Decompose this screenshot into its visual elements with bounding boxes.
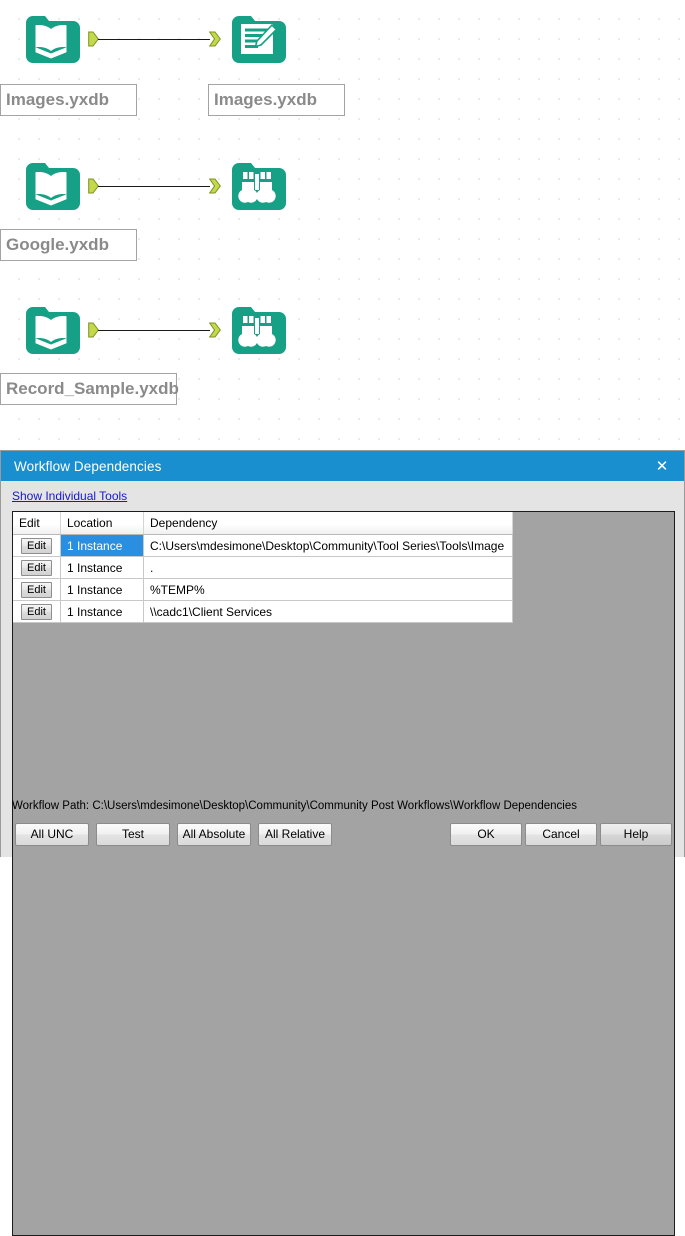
column-header-edit[interactable]: Edit [13,512,61,535]
table-row[interactable]: Edit 1 Instance . [13,556,513,579]
input-data-icon [22,9,80,67]
input-anchor[interactable] [208,178,221,194]
dependencies-table: Edit Location Dependency Edit 1 Instance… [13,512,513,623]
dialog-title: Workflow Dependencies [14,458,162,474]
tool-output-data-images[interactable] [228,9,286,67]
column-header-location[interactable]: Location [60,512,144,535]
tool-label: Images.yxdb [0,84,137,116]
cell-edit: Edit [13,600,61,623]
dialog-titlebar: Workflow Dependencies ✕ [1,451,684,481]
cell-location[interactable]: 1 Instance [60,534,144,557]
input-anchor[interactable] [208,31,221,47]
connection-wire[interactable] [98,329,210,331]
edit-button[interactable]: Edit [21,559,52,576]
cell-edit: Edit [13,534,61,557]
workflow-path-label: Workflow Path: C:\Users\mdesimone\Deskto… [12,800,577,812]
cell-edit: Edit [13,556,61,579]
dependencies-grid-region: Edit Location Dependency Edit 1 Instance… [12,511,675,1236]
table-row[interactable]: Edit 1 Instance \\cadc1\Client Services [13,600,513,623]
dialog-button-row: All UNC Test All Absolute All Relative O… [1,823,685,848]
workflow-dependencies-dialog: Workflow Dependencies ✕ Show Individual … [0,450,685,1236]
tool-label: Google.yxdb [0,229,137,261]
cell-dependency[interactable]: . [143,556,513,579]
cell-location[interactable]: 1 Instance [60,556,144,579]
cell-edit: Edit [13,578,61,601]
cell-dependency[interactable]: %TEMP% [143,578,513,601]
edit-button[interactable]: Edit [21,603,52,620]
cell-dependency[interactable]: \\cadc1\Client Services [143,600,513,623]
edit-button[interactable]: Edit [21,537,52,554]
browse-icon [228,156,286,214]
cell-dependency[interactable]: C:\Users\mdesimone\Desktop\Community\Too… [143,534,513,557]
connection-wire[interactable] [98,38,210,40]
tool-label: Record_Sample.yxdb [0,373,179,405]
close-icon[interactable]: ✕ [640,451,684,481]
test-button[interactable]: Test [96,823,170,846]
tool-input-data-google[interactable] [22,156,80,214]
show-individual-tools-link[interactable]: Show Individual Tools [12,489,127,503]
cancel-button[interactable]: Cancel [525,823,597,846]
tool-label: Images.yxdb [208,84,345,116]
cell-location[interactable]: 1 Instance [60,578,144,601]
column-header-dependency[interactable]: Dependency [143,512,513,535]
workflow-canvas[interactable]: Images.yxdb Images.yxdb Google.yxdb Reco… [0,0,685,450]
help-button[interactable]: Help [600,823,672,846]
output-data-icon [228,9,286,67]
tool-browse-google[interactable] [228,156,286,214]
all-unc-button[interactable]: All UNC [15,823,89,846]
table-header-row: Edit Location Dependency [13,512,513,535]
input-data-icon [22,300,80,358]
connection-wire[interactable] [98,185,210,187]
ok-button[interactable]: OK [450,823,522,846]
tool-browse-record[interactable] [228,300,286,358]
all-absolute-button[interactable]: All Absolute [177,823,251,846]
tool-input-data-record[interactable] [22,300,80,358]
table-row[interactable]: Edit 1 Instance %TEMP% [13,578,513,601]
table-row[interactable]: Edit 1 Instance C:\Users\mdesimone\Deskt… [13,534,513,557]
input-data-icon [22,156,80,214]
tool-input-data-images[interactable] [22,9,80,67]
browse-icon [228,300,286,358]
all-relative-button[interactable]: All Relative [258,823,332,846]
input-anchor[interactable] [208,322,221,338]
cell-location[interactable]: 1 Instance [60,600,144,623]
edit-button[interactable]: Edit [21,581,52,598]
